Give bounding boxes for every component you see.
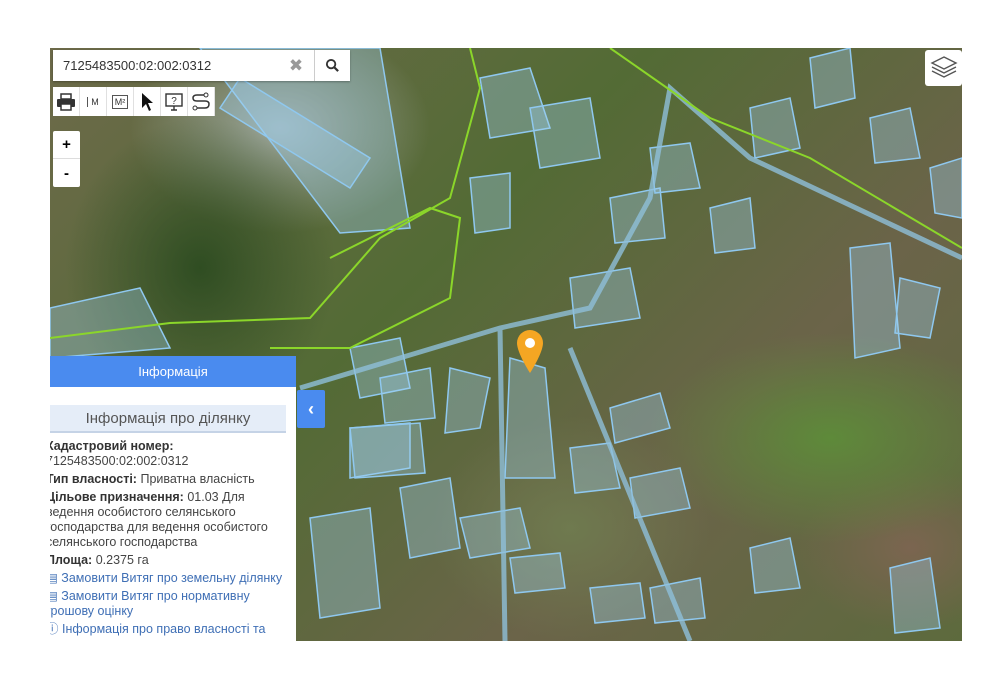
measure-area-button[interactable]: M² — [107, 87, 134, 116]
panel-header: Інформація — [50, 356, 296, 387]
info-circle-icon: ⓘ — [50, 622, 59, 636]
link-label: Інформація про право власності та — [62, 622, 266, 636]
route-button[interactable] — [188, 87, 215, 116]
order-extract-link[interactable]: ▤ Замовити Витяг про земельну ділянку — [50, 571, 296, 586]
info-icon: ? — [165, 92, 183, 111]
cadastral-label: Кадастровий номер: — [50, 439, 174, 453]
purpose-label: Цільове призначення: — [50, 490, 184, 504]
zoom-control: + - — [53, 131, 80, 187]
svg-text:?: ? — [171, 96, 177, 107]
search-button[interactable] — [314, 50, 350, 81]
collapse-panel-button[interactable]: ‹ — [297, 390, 325, 428]
measure-distance-icon: M — [87, 96, 99, 107]
clear-search-button[interactable]: ✖ — [278, 50, 314, 81]
pointer-icon — [142, 92, 153, 111]
search-icon — [325, 58, 339, 72]
layers-icon — [929, 56, 958, 78]
document-icon: ▤ — [50, 571, 58, 585]
print-icon — [57, 92, 75, 111]
parcel-info-heading: Інформація про ділянку — [50, 405, 286, 433]
location-pin-icon[interactable] — [515, 328, 545, 379]
chevron-left-icon: ‹ — [308, 398, 314, 419]
info-button[interactable]: ? — [161, 87, 188, 116]
cadastral-value: 7125483500:02:002:0312 — [50, 454, 189, 468]
measure-distance-button[interactable]: M — [80, 87, 107, 116]
layers-button[interactable] — [925, 50, 962, 86]
area-value: 0.2375 га — [95, 553, 149, 567]
measure-area-icon: M² — [111, 94, 129, 109]
cadastral-search-bar: ✖ — [53, 50, 350, 81]
zoom-in-button[interactable]: + — [53, 131, 80, 159]
close-icon: ✖ — [288, 55, 304, 75]
ownership-value: Приватна власність — [140, 472, 255, 486]
order-valuation-link[interactable]: ▤ Замовити Витяг про нормативну грошову … — [50, 589, 296, 619]
map-toolbar: M M² ? — [53, 87, 215, 116]
route-icon — [192, 92, 210, 110]
print-button[interactable] — [53, 87, 80, 116]
link-label: Замовити Витяг про нормативну грошову оц… — [50, 589, 250, 618]
area-label: Площа: — [50, 553, 93, 567]
ownership-label: Тип власності: — [50, 472, 137, 486]
search-input[interactable] — [53, 50, 278, 81]
link-label: Замовити Витяг про земельну ділянку — [61, 571, 283, 585]
document-icon: ▤ — [50, 589, 58, 603]
info-panel: Інформація Інформація про ділянку Кадаст… — [50, 356, 296, 641]
select-button[interactable] — [134, 87, 161, 116]
ownership-info-link[interactable]: ⓘ Інформація про право власності та — [50, 622, 296, 637]
zoom-out-button[interactable]: - — [53, 159, 80, 187]
